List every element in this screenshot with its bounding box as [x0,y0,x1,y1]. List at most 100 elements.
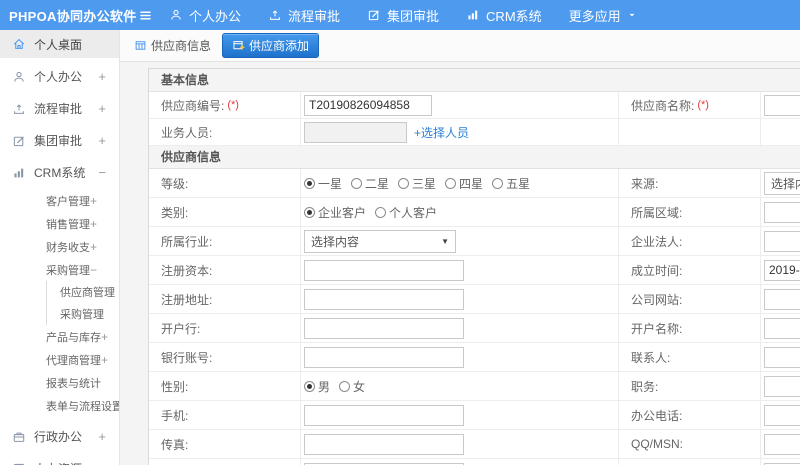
sidebar-item-label: 集团审批 [34,134,83,148]
sidebar-subitem-purchase-mgmt[interactable]: 采购管理 − [0,258,119,281]
nav-item-label: 个人办公 [189,8,242,24]
expand-icon[interactable]: + [101,353,119,367]
sidebar-subitem-form-workflow-settings[interactable]: 表单与流程设置+ [0,394,119,417]
gender-option[interactable]: 男 [304,378,330,395]
nav-item-crm-system[interactable]: CRM系统 [466,6,542,25]
expand-icon[interactable]: + [98,69,119,84]
expand-icon[interactable]: + [90,194,119,208]
business-person-input[interactable] [304,121,407,143]
bank-account-input[interactable] [304,346,464,368]
contact-person-input[interactable] [764,346,800,368]
form-row: 邮箱: 邮编: [149,459,800,465]
tab-supplier-add[interactable]: 供应商添加 [222,33,320,58]
sidebar-item-personal-office[interactable]: 个人办公 + [0,63,119,90]
registered-address-input[interactable] [304,288,464,310]
field-label-cell: 成立时间: [619,256,761,284]
menu-button[interactable] [138,8,153,23]
field-label-cell: 来源: [619,169,761,197]
radio-unchecked-icon[interactable] [445,177,457,189]
level-option[interactable]: 一星 [304,175,342,192]
sidebar-subitem-finance-mgmt[interactable]: 财务收支 + [0,235,119,258]
nav-item-personal-office[interactable]: 个人办公 [169,6,241,25]
radio-unchecked-icon[interactable] [375,206,387,218]
level-option[interactable]: 五星 [492,175,530,192]
expand-icon[interactable]: + [90,240,119,254]
expand-icon[interactable]: + [90,217,119,231]
radio-label: 四星 [459,176,484,191]
sidebar-item-workflow-approval[interactable]: 流程审批 + [0,95,119,122]
supplier-code-input[interactable] [304,94,432,116]
mobile-input[interactable] [304,404,464,426]
sidebar-subitem-product-inventory[interactable]: 产品与库存 + [0,325,119,348]
expand-icon[interactable]: − [90,263,119,277]
nav-item-group-approval[interactable]: 集团审批 [367,6,439,25]
sidebar-subitem-agent-mgmt[interactable]: 代理商管理 + [0,348,119,371]
company-website-input[interactable] [764,288,800,310]
form-section-1: 供应商信息等级:一星二星三星四星五星来源:选择内容▼类别:企业客户个人客户所属区… [149,146,800,465]
field-label-cell: QQ/MSN: [619,430,761,458]
field-label-cell: 手机: [149,401,301,429]
source-select[interactable]: 选择内容▼ [764,171,800,195]
radio-label: 男 [318,379,331,394]
nav-item-workflow-approval[interactable]: 流程审批 [268,6,340,25]
expand-icon[interactable]: + [98,133,119,148]
fax-input[interactable] [304,433,464,455]
level-option[interactable]: 二星 [351,175,389,192]
level-option[interactable]: 四星 [445,175,483,192]
bank-input[interactable] [304,317,464,339]
position-input[interactable] [764,375,800,397]
sidebar-item-admin-office[interactable]: 行政办公 + [0,423,119,450]
nav-item-more-apps[interactable]: 更多应用 [569,6,637,25]
business-person-link[interactable]: +选择人员 [414,124,469,141]
account-name-input[interactable] [764,317,800,339]
radio-unchecked-icon[interactable] [339,380,351,392]
radio-unchecked-icon[interactable] [398,177,410,189]
expand-icon[interactable]: + [98,461,119,465]
legal-person-label: 企业法人: [631,234,683,249]
sidebar-item-personal-desktop[interactable]: 个人桌面 [0,30,119,58]
radio-checked-icon[interactable] [304,177,315,189]
gender-option[interactable]: 女 [339,378,365,395]
supplier-name-input[interactable] [764,94,800,116]
sidebar-item-crm-system[interactable]: CRM系统 − [0,159,119,186]
radio-checked-icon[interactable] [304,380,315,392]
expand-icon[interactable]: + [98,101,119,116]
supplier-add-form: 基本信息供应商编号:(*)供应商名称:(*)业务人员:+选择人员供应商信息等级:… [148,68,800,465]
form-row: 银行账号: 联系人: [149,343,800,372]
sidebar-subitem-sales-mgmt[interactable]: 销售管理 + [0,212,119,235]
field-label-cell: 业务人员: [149,119,301,145]
sidebar-subitem-supplier-mgmt[interactable]: 供应商管理 [47,281,119,303]
category-option[interactable]: 个人客户 [375,204,437,221]
industry-select[interactable]: 选择内容 ▼ [304,229,456,253]
sidebar-item-group-approval[interactable]: 集团审批 + [0,127,119,154]
radio-checked-icon[interactable] [304,206,315,218]
caret-down-icon [627,10,637,20]
expand-icon[interactable]: + [98,429,119,444]
radio-unchecked-icon[interactable] [351,177,363,189]
registered-capital-input[interactable] [304,259,464,281]
office-phone-input[interactable] [764,404,800,426]
sidebar-subitem-purchasing-mgmt[interactable]: 采购管理 [47,303,119,325]
region-input[interactable] [764,201,800,223]
expand-icon[interactable]: − [98,165,119,180]
field-label-cell: 类别: [149,198,301,226]
field-cell [761,92,800,118]
form-row: 传真: QQ/MSN: [149,430,800,459]
qq-msn-input[interactable] [764,433,800,455]
sidebar-item-human-resources[interactable]: 人力资源 + [0,455,119,465]
tab-supplier-info[interactable]: 供应商信息 [134,37,211,54]
expand-icon[interactable]: + [101,330,119,344]
sidebar-subitem-customer-mgmt[interactable]: 客户管理 + [0,189,119,212]
field-cell [761,256,800,284]
field-label-cell: 所属区域: [619,198,761,226]
radio-unchecked-icon[interactable] [492,177,504,189]
field-cell [301,314,619,342]
level-option[interactable]: 三星 [398,175,436,192]
category-option[interactable]: 企业客户 [304,204,366,221]
gender-label: 性别: [161,379,189,394]
legal-person-input[interactable] [764,230,800,252]
gender-radios: 男女 [304,378,374,395]
founded-date-input[interactable] [764,259,800,281]
field-cell [301,256,619,284]
sidebar-subitem-reports-statistics[interactable]: 报表与统计 [0,371,119,394]
